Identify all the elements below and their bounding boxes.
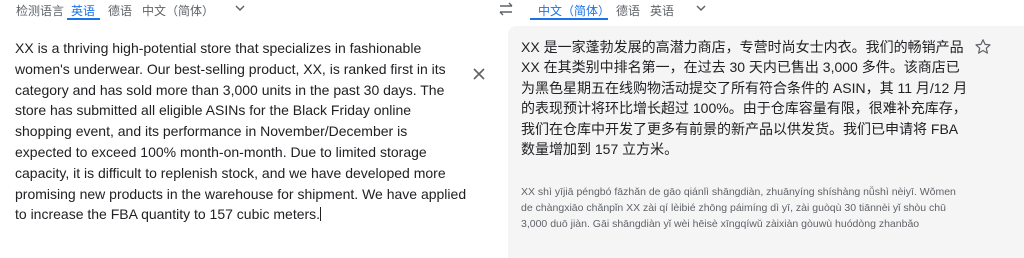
source-lang-chinese-tab[interactable]: 中文（简体）: [142, 2, 214, 19]
text-cursor: [320, 207, 322, 222]
target-lang-german-tab[interactable]: 德语: [616, 2, 640, 19]
source-text-area[interactable]: XX is a thriving high-potential store th…: [15, 38, 467, 225]
swap-arrows-icon[interactable]: [496, 1, 516, 17]
chevron-down-icon[interactable]: [233, 1, 247, 15]
source-lang-english-tab[interactable]: 英语: [71, 2, 95, 19]
source-text-panel[interactable]: XX is a thriving high-potential store th…: [0, 26, 508, 258]
source-lang-detect-tab[interactable]: 检测语言: [16, 2, 64, 19]
pinyin-transliteration: XX shì yījiā péngbó fāzhǎn de gāo qiánlì…: [521, 186, 956, 230]
translation-panel: XX 是一家蓬勃发展的高潜力商店，专营时尚女士内衣。我们的畅销产品 XX 在其类…: [508, 26, 1024, 258]
chevron-down-icon[interactable]: [694, 1, 708, 15]
source-active-tab-indicator: [67, 18, 100, 20]
source-lang-german-tab[interactable]: 德语: [108, 2, 132, 19]
close-icon[interactable]: [471, 66, 487, 82]
source-text: XX is a thriving high-potential store th…: [15, 40, 467, 223]
target-lang-chinese-tab[interactable]: 中文（简体）: [538, 2, 610, 19]
target-active-tab-indicator: [530, 18, 608, 20]
star-outline-icon[interactable]: [974, 38, 992, 56]
translation-text: XX 是一家蓬勃发展的高潜力商店，专营时尚女士内衣。我们的畅销产品 XX 在其类…: [521, 39, 968, 158]
language-bar: 检测语言 英语 德语 中文（简体） 中文（简体） 德语 英语: [0, 0, 1024, 22]
target-lang-english-tab[interactable]: 英语: [650, 2, 674, 19]
